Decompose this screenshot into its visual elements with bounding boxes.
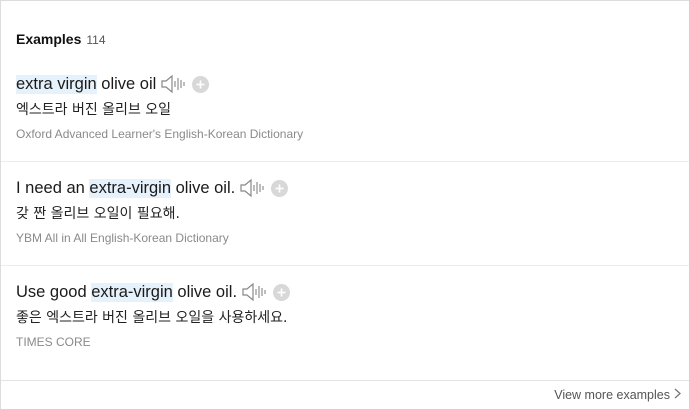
speaker-icon[interactable] (241, 281, 267, 303)
english-post: olive oil. (172, 282, 238, 301)
example-item: Use good extra-virgin olive oil. 좋은 엑스트라… (1, 266, 689, 370)
english-highlight[interactable]: extra virgin (16, 74, 97, 94)
plus-circle-icon[interactable] (271, 179, 289, 197)
view-more-label: View more examples (554, 388, 670, 402)
chevron-right-icon (674, 388, 681, 402)
example-item: I need an extra-virgin olive oil. 갖 짠 올리… (1, 162, 689, 266)
plus-circle-icon[interactable] (192, 75, 210, 93)
view-more-link[interactable]: View more examples (554, 388, 681, 402)
english-pre: Use good (16, 282, 92, 301)
footer-divider (1, 380, 689, 381)
english-highlight[interactable]: extra-virgin (89, 178, 172, 198)
example-source: TIMES CORE (16, 335, 91, 349)
speaker-icon[interactable] (160, 73, 186, 95)
english-post: olive oil. (171, 178, 236, 197)
example-korean: 갖 짠 올리브 오일이 필요해. (16, 206, 180, 222)
example-item: extra virgin olive oil 엑스트라 버진 올리브 오일 Ox… (1, 58, 689, 162)
example-english: I need an extra-virgin olive oil. (16, 176, 689, 200)
examples-list: extra virgin olive oil 엑스트라 버진 올리브 오일 Ox… (1, 58, 689, 370)
plus-circle-icon[interactable] (273, 283, 291, 301)
examples-panel: Examples 114 extra virgin olive oil 엑스트라… (0, 0, 689, 409)
example-korean: 엑스트라 버진 올리브 오일 (16, 102, 172, 118)
example-source: YBM All in All English-Korean Dictionary (16, 231, 229, 245)
examples-title: Examples (16, 31, 82, 47)
examples-count: 114 (86, 33, 106, 47)
english-highlight[interactable]: extra-virgin (91, 282, 173, 302)
example-source: Oxford Advanced Learner's English-Korean… (16, 127, 304, 141)
examples-header: Examples 114 (16, 31, 106, 47)
example-english: Use good extra-virgin olive oil. (16, 280, 689, 304)
english-post: olive oil (96, 74, 157, 93)
example-korean: 좋은 엑스트라 버진 올리브 오일을 사용하세요. (16, 310, 288, 326)
example-english: extra virgin olive oil (16, 72, 689, 96)
speaker-icon[interactable] (239, 177, 265, 199)
english-pre: I need an (16, 178, 90, 197)
